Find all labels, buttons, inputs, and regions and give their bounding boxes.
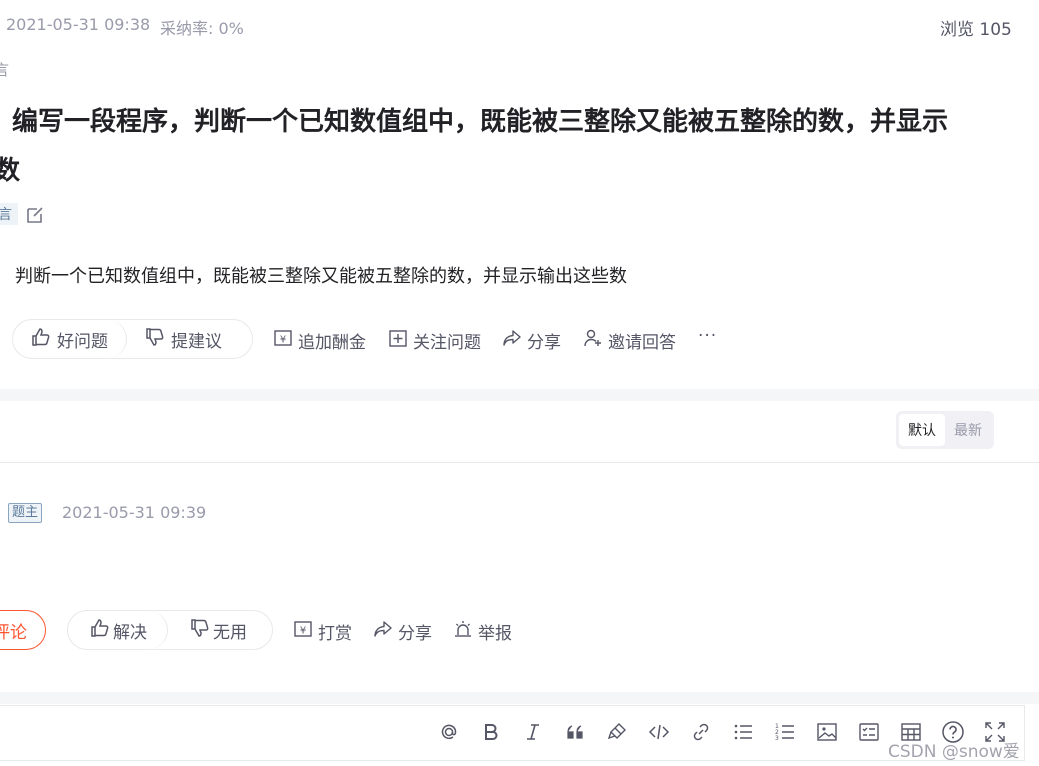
category-label[interactable]: 言 (0, 59, 9, 80)
tip-icon: ¥ (293, 619, 313, 644)
share-answer-button[interactable]: 分享 (373, 619, 432, 644)
answer-vote-group: 解决 无用 (67, 610, 273, 650)
editor-divider (0, 692, 1039, 704)
follow-question-label: 关注问题 (413, 333, 481, 353)
view-count: 浏览 105 (940, 20, 1012, 40)
sort-default-tab[interactable]: 默认 (899, 414, 945, 446)
adoption-rate: 采纳率: 0% (160, 19, 244, 38)
edit-icon[interactable] (25, 205, 45, 229)
thumbs-up-icon (90, 618, 110, 643)
sort-toggle: 默认 最新 (896, 411, 994, 449)
useless-button[interactable]: 无用 (168, 611, 263, 649)
sort-latest-tab[interactable]: 最新 (945, 414, 991, 446)
svg-text:¥: ¥ (280, 335, 286, 346)
question-title-continued: 数 (0, 156, 21, 186)
plus-box-icon (388, 328, 408, 353)
svg-text:3: 3 (775, 735, 779, 742)
image-icon[interactable] (806, 721, 848, 743)
question-title: 编写一段程序，判断一个已知数值组中，既能被三整除又能被五整除的数，并显示 (12, 107, 949, 137)
bullet-list-icon[interactable] (722, 721, 764, 743)
share-answer-label: 分享 (398, 624, 432, 644)
section-divider (0, 389, 1039, 401)
tip-label: 打赏 (318, 624, 352, 644)
thumbs-down-icon (190, 618, 210, 643)
good-question-label: 好问题 (57, 331, 108, 352)
alarm-icon (453, 619, 473, 644)
comment-button[interactable]: 评论 (0, 610, 46, 650)
share-icon (502, 328, 522, 353)
todo-icon[interactable] (848, 721, 890, 743)
thumbs-down-icon (145, 327, 165, 352)
bounty-icon: ¥ (273, 328, 293, 353)
add-bounty-button[interactable]: ¥ 追加酬金 (273, 328, 366, 353)
solved-label: 解决 (113, 622, 147, 643)
at-icon[interactable] (428, 721, 470, 743)
answers-header-line (0, 462, 1039, 463)
answer-date: 2021-05-31 09:39 (62, 503, 207, 522)
question-body: 判断一个已知数值组中，既能被三整除又能被五整除的数，并显示输出这些数 (15, 266, 627, 287)
svg-text:¥: ¥ (300, 626, 306, 637)
solved-button[interactable]: 解决 (68, 611, 168, 649)
suggest-label: 提建议 (171, 331, 222, 352)
ordered-list-icon[interactable]: 123 (764, 721, 806, 743)
invite-answer-button[interactable]: 邀请回答 (583, 328, 676, 353)
follow-question-button[interactable]: 关注问题 (388, 328, 481, 353)
code-icon[interactable] (638, 721, 680, 743)
clear-format-icon[interactable] (596, 721, 638, 743)
tip-button[interactable]: ¥ 打赏 (293, 619, 352, 644)
useless-label: 无用 (213, 622, 247, 643)
report-label: 举报 (478, 624, 512, 644)
more-actions-button[interactable]: ··· (698, 326, 717, 346)
thumbs-up-icon (31, 327, 51, 352)
question-vote-group: 好问题 提建议 (12, 319, 253, 359)
question-tag[interactable]: 言 (0, 203, 18, 225)
share-question-button[interactable]: 分享 (502, 328, 561, 353)
suggest-button[interactable]: 提建议 (127, 320, 240, 358)
add-bounty-label: 追加酬金 (298, 333, 366, 353)
watermark: CSDN @snow爱 (888, 742, 1020, 762)
owner-badge: 题主 (8, 503, 43, 523)
good-question-button[interactable]: 好问题 (13, 320, 127, 358)
share-icon (373, 619, 393, 644)
invite-user-icon (583, 328, 603, 353)
italic-icon[interactable] (512, 721, 554, 743)
invite-answer-label: 邀请回答 (608, 333, 676, 353)
share-question-label: 分享 (527, 333, 561, 353)
question-date: 2021-05-31 09:38 (6, 15, 151, 34)
link-icon[interactable] (680, 721, 722, 743)
quote-icon[interactable] (554, 721, 596, 743)
bold-icon[interactable] (470, 721, 512, 743)
report-button[interactable]: 举报 (453, 619, 512, 644)
